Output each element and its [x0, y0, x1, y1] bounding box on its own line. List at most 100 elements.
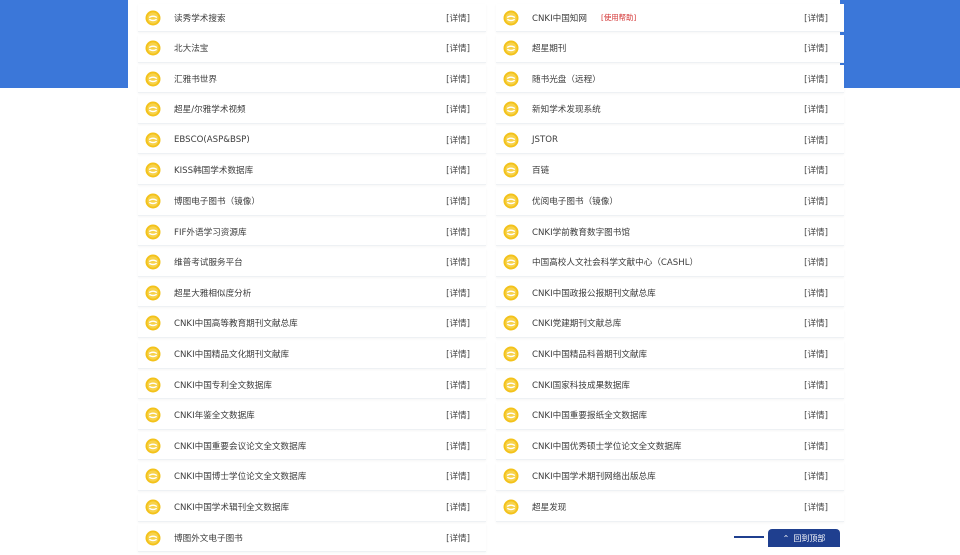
database-item[interactable]: 维普考试服务平台 [详情]: [138, 248, 486, 277]
database-name[interactable]: CNKI中国高等教育期刊文献总库: [174, 317, 298, 329]
detail-link[interactable]: [详情]: [804, 348, 828, 360]
database-name[interactable]: 中国高校人文社会科学文献中心（CASHL）: [532, 256, 698, 268]
database-item[interactable]: 读秀学术搜索 [详情]: [138, 4, 486, 32]
detail-link[interactable]: [详情]: [804, 103, 828, 115]
database-item[interactable]: CNKI中国政报公报期刊文献总库 [详情]: [496, 279, 844, 308]
database-name[interactable]: 超星发现: [532, 501, 566, 513]
database-item[interactable]: CNKI学前教育数字图书馆 [详情]: [496, 218, 844, 247]
detail-link[interactable]: [详情]: [804, 73, 828, 85]
database-name[interactable]: 超星期刊: [532, 42, 566, 54]
database-name[interactable]: CNKI中国重要报纸全文数据库: [532, 409, 647, 421]
database-name[interactable]: CNKI国家科技成果数据库: [532, 379, 630, 391]
database-item[interactable]: KISS韩国学术数据库 [详情]: [138, 156, 486, 185]
database-name[interactable]: CNKI中国知网: [532, 12, 587, 24]
detail-link[interactable]: [详情]: [446, 12, 470, 24]
database-name[interactable]: CNKI中国学术辑刊全文数据库: [174, 501, 289, 513]
detail-link[interactable]: [详情]: [446, 317, 470, 329]
database-name[interactable]: FIF外语学习资源库: [174, 226, 247, 238]
database-item[interactable]: CNKI国家科技成果数据库 [详情]: [496, 371, 844, 400]
database-item[interactable]: CNKI中国精品科普期刊文献库 [详情]: [496, 340, 844, 369]
database-item[interactable]: 博图电子图书（镜像） [详情]: [138, 187, 486, 216]
usage-help-link[interactable]: [使用帮助]: [601, 12, 636, 23]
detail-link[interactable]: [详情]: [804, 42, 828, 54]
detail-link[interactable]: [详情]: [804, 409, 828, 421]
database-name[interactable]: CNKI中国精品科普期刊文献库: [532, 348, 647, 360]
detail-link[interactable]: [详情]: [804, 379, 828, 391]
database-name[interactable]: CNKI中国学术期刊网络出版总库: [532, 470, 656, 482]
database-item[interactable]: CNKI中国学术辑刊全文数据库 [详情]: [138, 493, 486, 522]
detail-link[interactable]: [详情]: [804, 226, 828, 238]
database-item[interactable]: 新知学术发现系统 [详情]: [496, 95, 844, 124]
database-name[interactable]: EBSCO(ASP&BSP): [174, 135, 250, 145]
detail-link[interactable]: [详情]: [446, 440, 470, 452]
database-name[interactable]: KISS韩国学术数据库: [174, 164, 253, 176]
detail-link[interactable]: [详情]: [804, 501, 828, 513]
detail-link[interactable]: [详情]: [804, 256, 828, 268]
back-to-top-button[interactable]: ⌃ 回到顶部: [768, 529, 840, 547]
database-item[interactable]: 超星大雅相似度分析 [详情]: [138, 279, 486, 308]
database-name[interactable]: 博图电子图书（镜像）: [174, 195, 260, 207]
database-name[interactable]: CNKI党建期刊文献总库: [532, 317, 621, 329]
database-name[interactable]: CNKI年鉴全文数据库: [174, 409, 255, 421]
detail-link[interactable]: [详情]: [446, 256, 470, 268]
database-name[interactable]: CNKI学前教育数字图书馆: [532, 226, 630, 238]
database-name[interactable]: CNKI中国政报公报期刊文献总库: [532, 287, 656, 299]
database-name[interactable]: 优阅电子图书（镜像）: [532, 195, 618, 207]
database-name[interactable]: 读秀学术搜索: [174, 12, 226, 24]
detail-link[interactable]: [详情]: [446, 348, 470, 360]
detail-link[interactable]: [详情]: [446, 195, 470, 207]
database-name[interactable]: CNKI中国优秀硕士学位论文全文数据库: [532, 440, 682, 452]
detail-link[interactable]: [详情]: [446, 42, 470, 54]
database-name[interactable]: 汇雅书世界: [174, 73, 217, 85]
database-name[interactable]: JSTOR: [532, 135, 558, 145]
detail-link[interactable]: [详情]: [804, 287, 828, 299]
database-name[interactable]: CNKI中国精品文化期刊文献库: [174, 348, 289, 360]
detail-link[interactable]: [详情]: [804, 317, 828, 329]
detail-link[interactable]: [详情]: [804, 12, 828, 24]
database-name[interactable]: 北大法宝: [174, 42, 208, 54]
database-item[interactable]: FIF外语学习资源库 [详情]: [138, 218, 486, 247]
detail-link[interactable]: [详情]: [446, 164, 470, 176]
database-item[interactable]: 超星发现 [详情]: [496, 493, 844, 522]
database-name[interactable]: CNKI中国专利全文数据库: [174, 379, 272, 391]
database-item[interactable]: CNKI年鉴全文数据库 [详情]: [138, 401, 486, 430]
detail-link[interactable]: [详情]: [446, 73, 470, 85]
database-name[interactable]: 新知学术发现系统: [532, 103, 601, 115]
database-item[interactable]: CNKI中国优秀硕士学位论文全文数据库 [详情]: [496, 432, 844, 461]
database-item[interactable]: CNKI党建期刊文献总库 [详情]: [496, 309, 844, 338]
database-item[interactable]: CNKI中国精品文化期刊文献库 [详情]: [138, 340, 486, 369]
database-item[interactable]: 北大法宝 [详情]: [138, 34, 486, 63]
detail-link[interactable]: [详情]: [446, 409, 470, 421]
detail-link[interactable]: [详情]: [804, 164, 828, 176]
detail-link[interactable]: [详情]: [446, 134, 470, 146]
database-item[interactable]: 超星/尔雅学术视频 [详情]: [138, 95, 486, 124]
detail-link[interactable]: [详情]: [446, 103, 470, 115]
detail-link[interactable]: [详情]: [804, 134, 828, 146]
database-name[interactable]: 超星/尔雅学术视频: [174, 103, 246, 115]
database-name[interactable]: 百链: [532, 164, 549, 176]
database-item[interactable]: CNKI中国知网 [使用帮助] [详情]: [496, 4, 844, 32]
database-name[interactable]: CNKI中国重要会议论文全文数据库: [174, 440, 306, 452]
database-item[interactable]: 随书光盘（远程） [详情]: [496, 65, 844, 94]
detail-link[interactable]: [详情]: [804, 195, 828, 207]
database-name[interactable]: 随书光盘（远程）: [532, 73, 601, 85]
database-name[interactable]: 维普考试服务平台: [174, 256, 243, 268]
detail-link[interactable]: [详情]: [446, 379, 470, 391]
detail-link[interactable]: [详情]: [804, 470, 828, 482]
database-item[interactable]: CNKI中国重要会议论文全文数据库 [详情]: [138, 432, 486, 461]
database-item[interactable]: CNKI中国学术期刊网络出版总库 [详情]: [496, 462, 844, 491]
database-name[interactable]: CNKI中国博士学位论文全文数据库: [174, 470, 306, 482]
database-item[interactable]: 优阅电子图书（镜像） [详情]: [496, 187, 844, 216]
detail-link[interactable]: [详情]: [446, 501, 470, 513]
database-item[interactable]: 博图外文电子图书 [详情]: [138, 524, 486, 553]
detail-link[interactable]: [详情]: [446, 470, 470, 482]
database-name[interactable]: 超星大雅相似度分析: [174, 287, 251, 299]
database-name[interactable]: 博图外文电子图书: [174, 532, 243, 544]
database-item[interactable]: CNKI中国高等教育期刊文献总库 [详情]: [138, 309, 486, 338]
detail-link[interactable]: [详情]: [804, 440, 828, 452]
database-item[interactable]: 汇雅书世界 [详情]: [138, 65, 486, 94]
database-item[interactable]: EBSCO(ASP&BSP) [详情]: [138, 126, 486, 155]
database-item[interactable]: JSTOR [详情]: [496, 126, 844, 155]
database-item[interactable]: 中国高校人文社会科学文献中心（CASHL） [详情]: [496, 248, 844, 277]
detail-link[interactable]: [详情]: [446, 287, 470, 299]
